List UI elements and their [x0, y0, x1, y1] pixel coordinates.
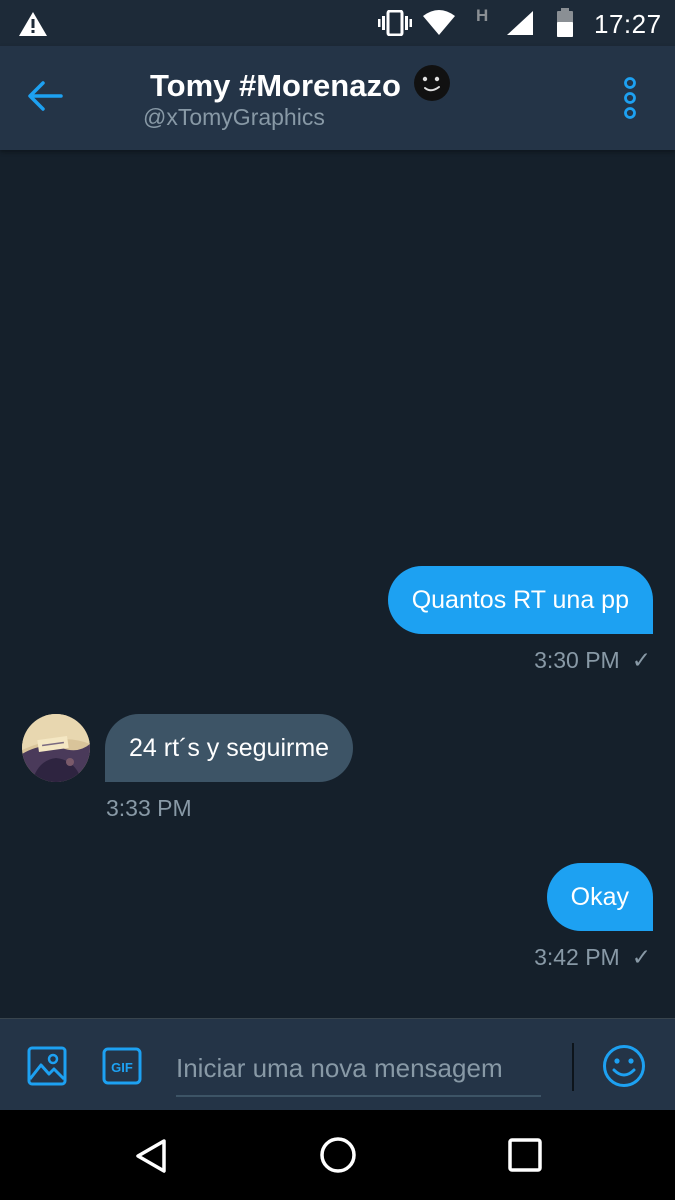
- contact-handle: @xTomyGraphics: [143, 104, 325, 130]
- image-icon[interactable]: [27, 1046, 67, 1091]
- network-type: H: [476, 6, 489, 25]
- message-text: Okay: [570, 883, 629, 911]
- message-time: 3:33 PM: [106, 795, 192, 821]
- message-time: 3:30 PM: [534, 647, 620, 673]
- message-bubble-incoming[interactable]: 24 rt´s y seguirme: [105, 714, 354, 782]
- message-bubble-outgoing[interactable]: Quantos RT una pp: [387, 566, 653, 634]
- message-time: 3:42 PM: [534, 944, 620, 970]
- read-check-icon: ✓: [631, 944, 651, 970]
- message-text: Quantos RT una pp: [411, 586, 629, 614]
- message-meta: 3:33 PM: [106, 795, 192, 822]
- message-meta: 3:30 PM ✓: [534, 647, 651, 674]
- emoji-icon[interactable]: [602, 1044, 646, 1093]
- warning-icon: [18, 11, 48, 42]
- conversation-header: Tomy #Morenazo @xTomyGraphics: [0, 46, 675, 150]
- message-composer: GIF: [0, 1018, 675, 1110]
- vibrate-icon: [378, 9, 412, 41]
- contact-avatar[interactable]: [22, 714, 90, 782]
- face-emoji-icon: [413, 64, 451, 107]
- system-nav-bar: [0, 1110, 675, 1200]
- message-text: 24 rt´s y seguirme: [129, 734, 330, 762]
- wifi-icon: [422, 10, 456, 41]
- back-arrow-icon[interactable]: [26, 80, 64, 117]
- status-bar: H 17:27: [0, 0, 675, 46]
- message-meta: 3:42 PM ✓: [534, 944, 651, 971]
- contact-name-row[interactable]: Tomy #Morenazo: [150, 64, 451, 107]
- nav-home-icon[interactable]: [319, 1136, 357, 1179]
- read-check-icon: ✓: [631, 647, 651, 673]
- message-bubble-outgoing[interactable]: Okay: [546, 863, 653, 931]
- gif-icon[interactable]: GIF: [102, 1047, 142, 1090]
- contact-name: Tomy #Morenazo: [150, 67, 401, 103]
- nav-back-icon[interactable]: [134, 1138, 168, 1179]
- nav-recents-icon[interactable]: [508, 1138, 542, 1177]
- gif-label: GIF: [111, 1060, 133, 1075]
- battery-icon: [556, 8, 574, 43]
- message-input[interactable]: [176, 1041, 541, 1097]
- status-time: 17:27: [594, 9, 662, 39]
- composer-divider: [572, 1043, 574, 1091]
- signal-icon: [506, 10, 534, 41]
- more-vertical-icon[interactable]: [618, 76, 642, 125]
